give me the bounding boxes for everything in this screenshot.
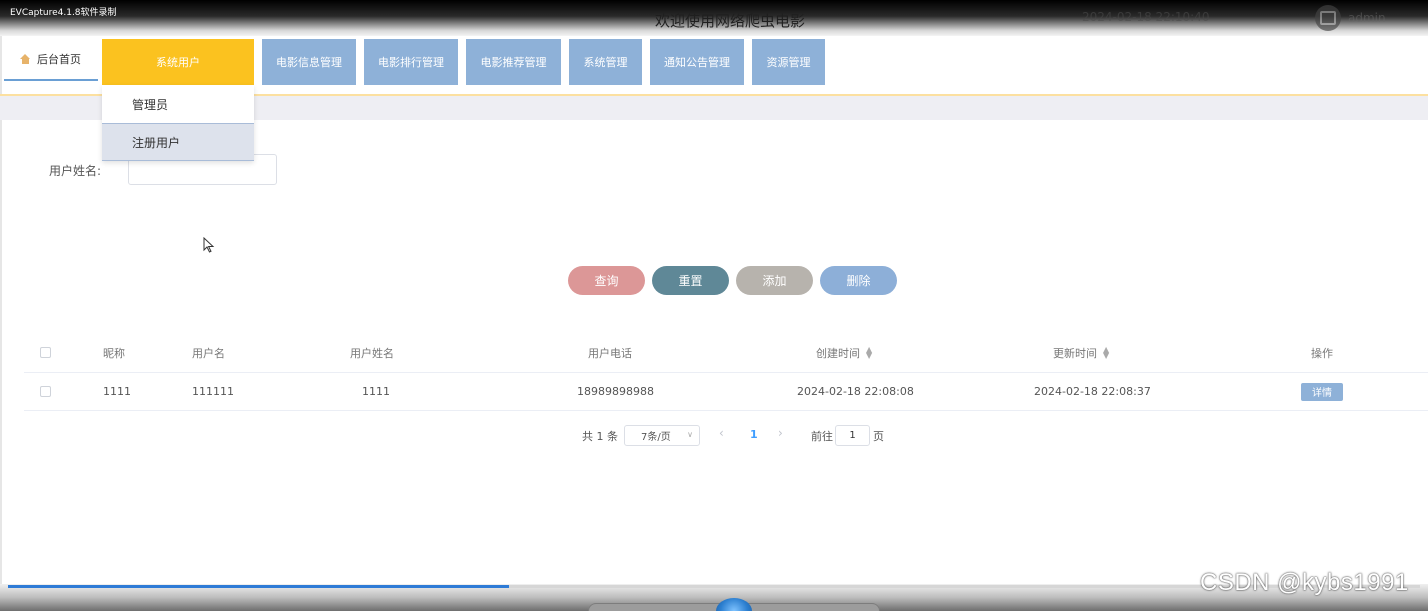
add-button[interactable]: 添加	[736, 266, 813, 295]
cell-created: 2024-02-18 22:08:08	[797, 385, 914, 398]
cell-nickname: 1111	[103, 385, 131, 398]
recording-progress-fill	[8, 585, 509, 588]
col-nickname: 昵称	[103, 346, 125, 360]
detail-button[interactable]: 详情	[1301, 382, 1343, 401]
col-created[interactable]: 创建时间 ▲ ▼	[816, 333, 872, 372]
home-icon	[20, 54, 31, 64]
sort-icon[interactable]: ▲ ▼	[866, 345, 872, 359]
prev-page-icon[interactable]: ‹	[719, 426, 724, 440]
next-page-icon[interactable]: ›	[778, 426, 783, 440]
col-created-label: 创建时间	[816, 346, 860, 360]
dropdown-item-admin[interactable]: 管理员	[102, 85, 254, 123]
chevron-down-icon: ∨	[687, 430, 693, 439]
col-actions: 操作	[1311, 346, 1333, 360]
users-table: 昵称 用户名 用户姓名 用户电话 创建时间 ▲ ▼ 更新时间 ▲ ▼ 操作 1111…	[24, 333, 1428, 411]
nav-item-system-users[interactable]: 系统用户	[102, 39, 254, 85]
page-size-select[interactable]: 7条/页 ∨	[624, 425, 700, 446]
header-datetime: 2024-02-18 22:10:40	[1082, 10, 1210, 24]
cell-actions: 详情	[1301, 373, 1343, 410]
col-updated-label: 更新时间	[1053, 346, 1097, 360]
left-edge-divider	[0, 36, 2, 611]
site-title: 欢迎使用网络爬虫电影	[654, 12, 805, 30]
sort-icon[interactable]: ▲ ▼	[1103, 345, 1109, 359]
row-checkbox[interactable]	[40, 386, 51, 397]
page-number-current[interactable]: 1	[750, 428, 758, 441]
goto-label: 前往	[811, 430, 833, 443]
watermark: CSDN @kybs1991	[1200, 569, 1409, 596]
reset-button[interactable]: 重置	[652, 266, 729, 295]
mouse-cursor-icon	[203, 237, 215, 253]
nav-item-notice[interactable]: 通知公告管理	[650, 39, 744, 85]
nav-item-movie-recommend[interactable]: 电影推荐管理	[466, 39, 561, 85]
query-button[interactable]: 查询	[568, 266, 645, 295]
top-header: EVCapture4.1.8软件录制 欢迎使用网络爬虫电影 2024-02-18…	[0, 0, 1428, 36]
cell-realname: 1111	[362, 385, 390, 398]
cell-updated: 2024-02-18 22:08:37	[1034, 385, 1151, 398]
page-size-value: 7条/页	[641, 432, 671, 443]
nav-item-resources[interactable]: 资源管理	[752, 39, 825, 85]
cell-phone: 18989898988	[577, 385, 654, 398]
table-header-row: 昵称 用户名 用户姓名 用户电话 创建时间 ▲ ▼ 更新时间 ▲ ▼ 操作	[24, 333, 1428, 373]
dropdown-item-registered-users[interactable]: 注册用户	[102, 123, 254, 161]
header-username[interactable]: admin	[1348, 11, 1386, 25]
row-select-cell	[40, 373, 51, 410]
cell-username: 111111	[192, 385, 234, 398]
select-all-cell	[40, 333, 51, 372]
pagination-total: 共 1 条	[582, 430, 618, 443]
nav-item-system-manage[interactable]: 系统管理	[569, 39, 642, 85]
system-users-dropdown: 管理员 注册用户	[102, 85, 254, 161]
select-all-checkbox[interactable]	[40, 347, 51, 358]
nav-home[interactable]: 后台首页	[4, 39, 98, 81]
goto-page-input[interactable]: 1	[835, 425, 870, 446]
user-avatar-icon[interactable]	[1315, 5, 1341, 31]
col-realname: 用户姓名	[350, 346, 394, 360]
search-label: 用户姓名:	[49, 164, 102, 178]
nav-home-label: 后台首页	[37, 53, 81, 66]
col-phone: 用户电话	[588, 346, 632, 360]
nav-item-movie-ranking[interactable]: 电影排行管理	[364, 39, 458, 85]
delete-button[interactable]: 删除	[820, 266, 897, 295]
nav-item-movie-info[interactable]: 电影信息管理	[262, 39, 356, 85]
col-username: 用户名	[192, 346, 225, 360]
page-suffix: 页	[873, 430, 884, 443]
table-row: 1111 111111 1111 18989898988 2024-02-18 …	[24, 373, 1428, 411]
col-updated[interactable]: 更新时间 ▲ ▼	[1053, 333, 1109, 372]
